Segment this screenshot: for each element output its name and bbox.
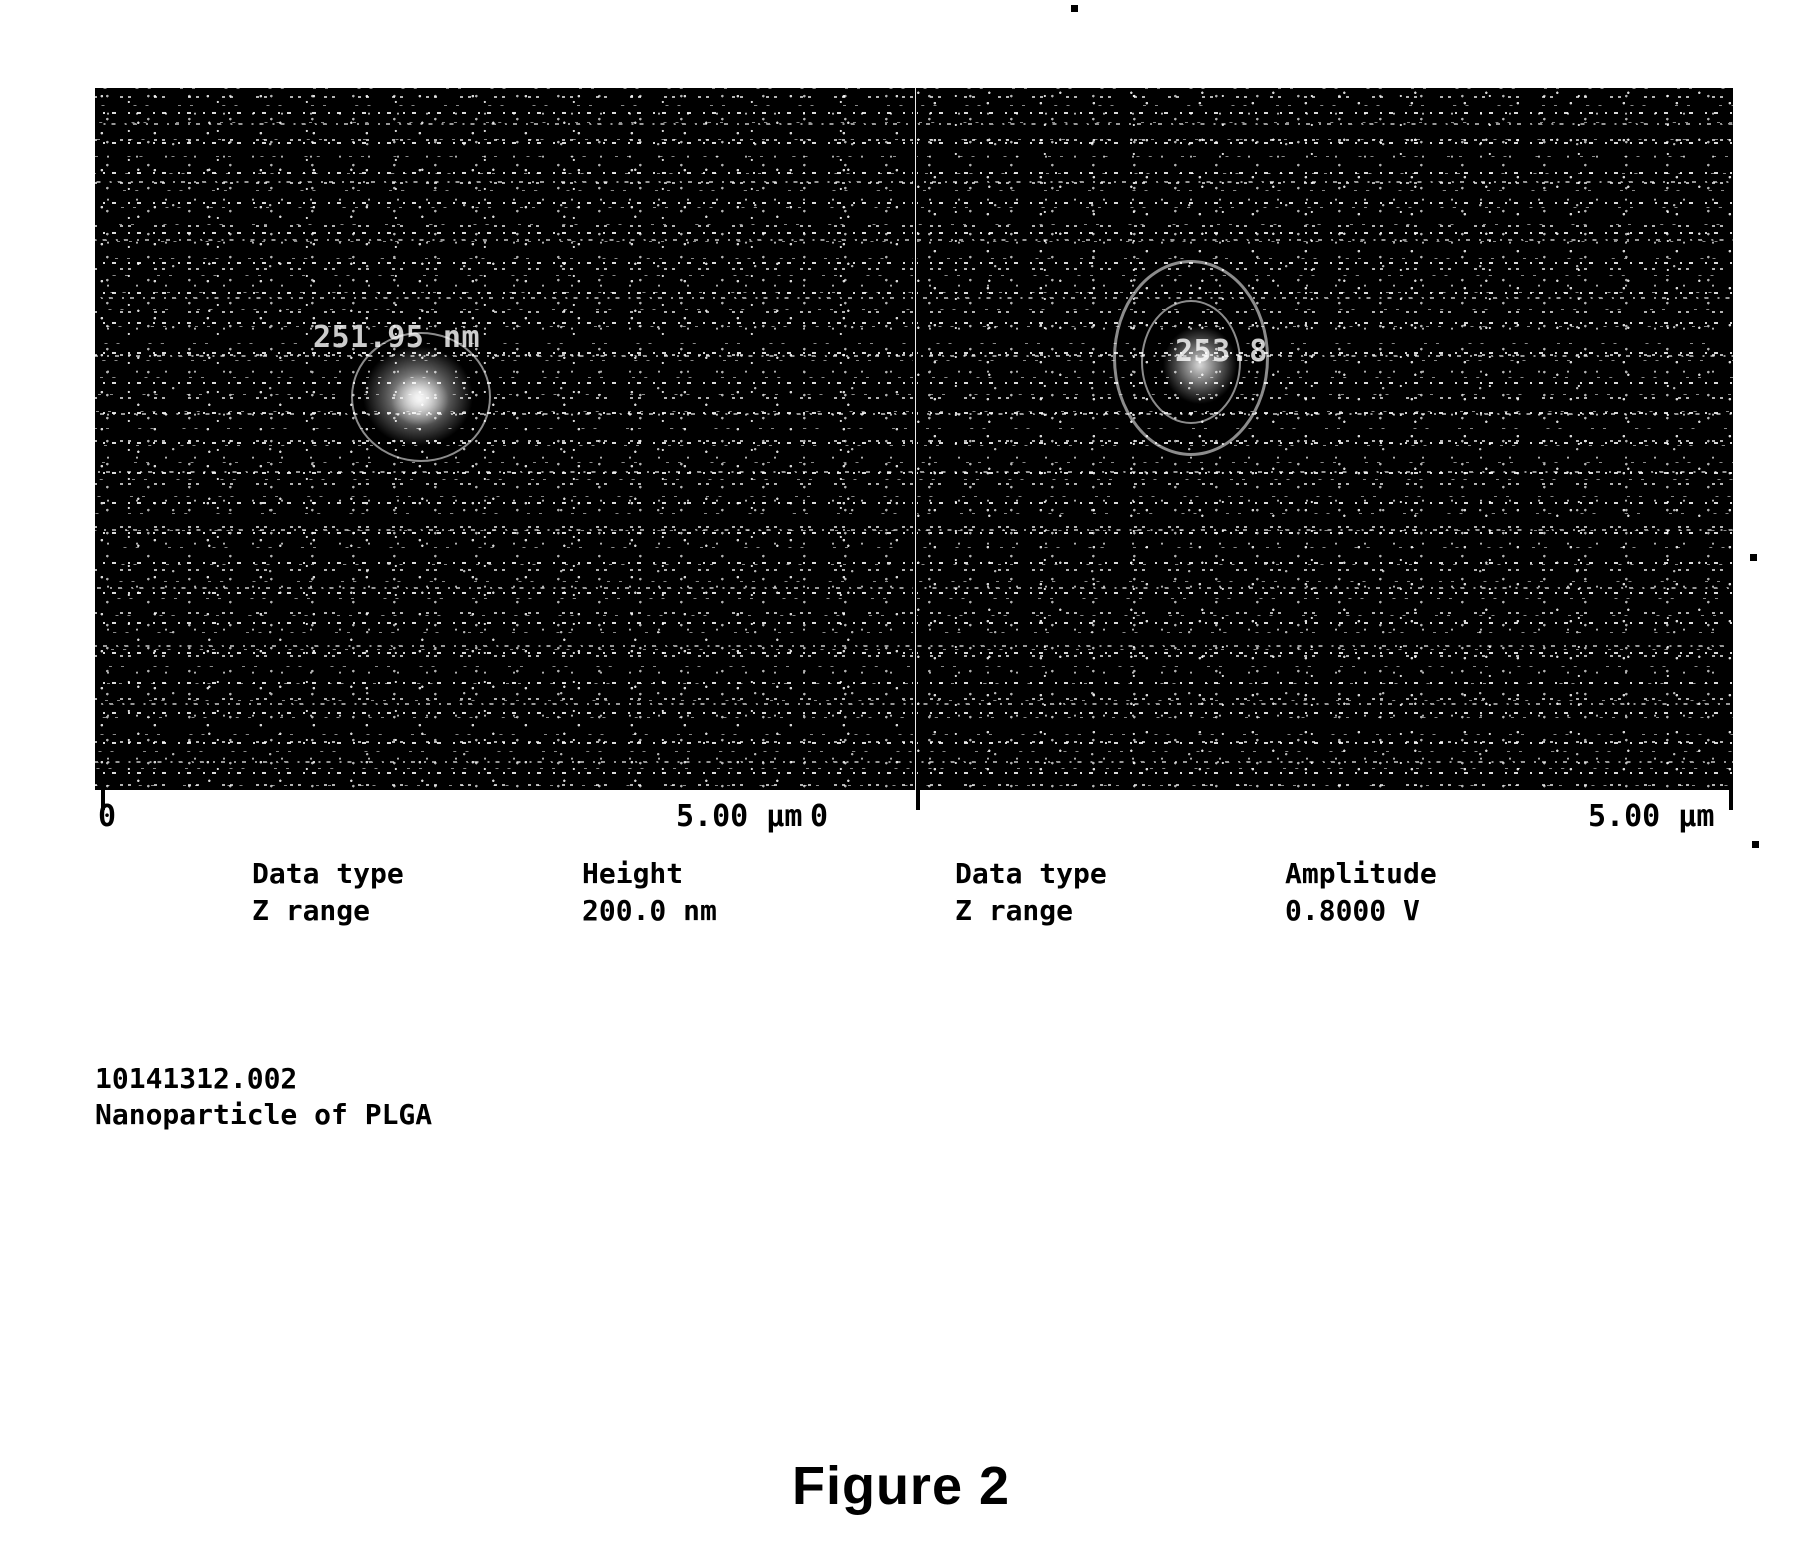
afm-amplitude-scan-panel: 253.8 xyxy=(917,88,1733,790)
scan-speckle-layer xyxy=(95,88,913,790)
left-axis-end-label: 5.00 µm xyxy=(676,799,803,834)
height-scan-annotation: 251.95 nm xyxy=(313,320,481,355)
figure-caption: Figure 2 xyxy=(791,1456,1011,1516)
afm-height-scan-panel: 251.95 nm xyxy=(95,88,913,790)
scan-artifact-speck xyxy=(1071,5,1078,12)
scan-artifact-speck xyxy=(1750,554,1757,561)
param-row-data-type: Data type Amplitude xyxy=(955,855,1437,892)
param-row-z-range: Z range 0.8000 V xyxy=(955,892,1437,929)
param-key-data-type: Data type xyxy=(955,857,1107,890)
right-axis-end-label: 5.00 µm xyxy=(1588,799,1715,834)
param-value-z-range: 0.8000 V xyxy=(1285,894,1420,927)
scan-speckle-layer xyxy=(917,88,1733,790)
afm-scan-figure: 251.95 nm 253.8 xyxy=(95,88,1733,790)
scan-file-id: 10141312.002 xyxy=(95,1062,298,1095)
param-value-data-type: Height xyxy=(582,857,684,890)
patent-figure-page: 251.95 nm 253.8 0 5.00 µm 0 5.00 µm Data… xyxy=(0,0,1802,1544)
scan-sample-description: Nanoparticle of PLGA xyxy=(95,1098,433,1131)
axis-tick-center xyxy=(916,790,920,810)
param-row-data-type: Data type Height xyxy=(252,855,717,892)
left-axis-origin-label: 0 xyxy=(98,799,117,834)
amplitude-panel-parameters: Data type Amplitude Z range 0.8000 V xyxy=(955,855,1437,929)
amplitude-scan-annotation: 253.8 xyxy=(1175,334,1268,369)
param-key-z-range: Z range xyxy=(252,894,371,927)
scan-file-caption: 10141312.002 Nanoparticle of PLGA xyxy=(95,1061,432,1133)
param-row-z-range: Z range 200.0 nm xyxy=(252,892,717,929)
param-value-data-type: Amplitude xyxy=(1285,857,1437,890)
scan-artifact-speck xyxy=(1752,841,1759,848)
param-key-data-type: Data type xyxy=(252,857,404,890)
param-value-z-range: 200.0 nm xyxy=(582,894,717,927)
right-axis-origin-label: 0 xyxy=(810,799,829,834)
height-panel-parameters: Data type Height Z range 200.0 nm xyxy=(252,855,717,929)
param-key-z-range: Z range xyxy=(955,894,1074,927)
axis-tick-right-end xyxy=(1729,790,1733,810)
